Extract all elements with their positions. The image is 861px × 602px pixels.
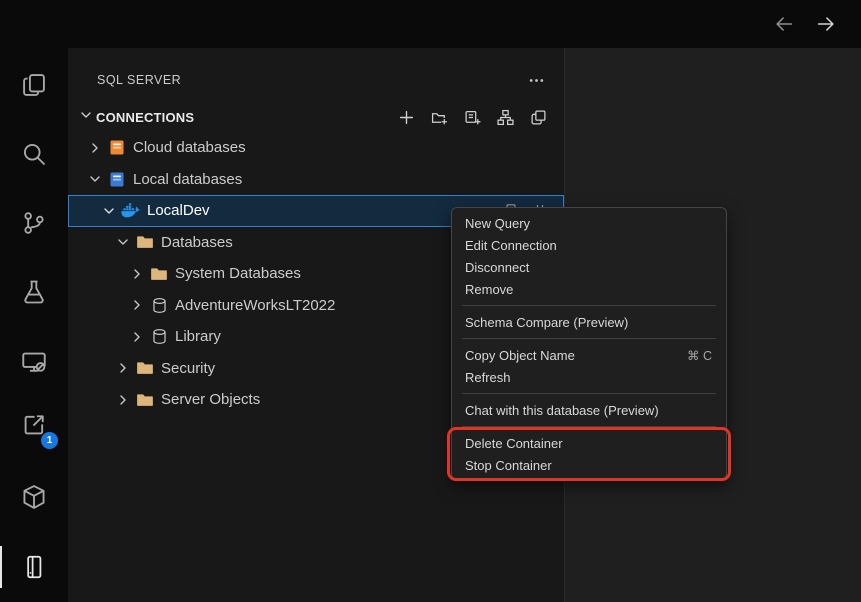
tree-item-label: Cloud databases — [133, 139, 246, 156]
folder-icon — [134, 357, 156, 379]
menu-item-label: Stop Container — [465, 458, 552, 473]
menu-item-disconnect[interactable]: Disconnect — [452, 256, 726, 278]
menu-item-label: Remove — [465, 282, 513, 297]
hierarchy-icon[interactable] — [495, 107, 515, 127]
menu-group-chat: Chat with this database (Preview) — [452, 399, 726, 421]
sidebar-header: SQL SERVER — [68, 48, 564, 102]
chevron-down-icon[interactable] — [112, 231, 134, 253]
copy-pages-icon[interactable] — [0, 61, 68, 109]
menu-separator — [462, 305, 716, 306]
notification-badge: 1 — [41, 432, 58, 449]
cloud-databases-icon — [106, 137, 128, 159]
vscode-window: 1 SQL SERVER CONNECTIONS — [0, 0, 861, 602]
tree-item-label: Server Objects — [161, 391, 260, 408]
tree-item-label: AdventureWorksLT2022 — [175, 297, 335, 314]
context-menu: New Query Edit Connection Disconnect Rem… — [451, 207, 727, 480]
beaker-icon[interactable] — [0, 268, 68, 316]
new-deployment-icon[interactable] — [462, 107, 482, 127]
connections-section-header[interactable]: CONNECTIONS — [68, 102, 564, 132]
menu-group-container-annotated: Delete Container Stop Container — [452, 432, 726, 476]
menu-item-refresh[interactable]: Refresh — [452, 366, 726, 388]
sidebar-title: SQL SERVER — [97, 73, 181, 87]
menu-item-new-query[interactable]: New Query — [452, 212, 726, 234]
forward-arrow-icon[interactable] — [813, 11, 839, 37]
database-icon — [148, 326, 170, 348]
chevron-right-icon[interactable] — [126, 294, 148, 316]
new-connection-group-icon[interactable] — [429, 107, 449, 127]
tree-item-label: System Databases — [175, 265, 301, 282]
source-control-icon[interactable] — [0, 199, 68, 247]
menu-item-delete-container[interactable]: Delete Container — [452, 432, 726, 454]
menu-item-edit-connection[interactable]: Edit Connection — [452, 234, 726, 256]
tree-item-label: LocalDev — [147, 202, 210, 219]
menu-item-label: Delete Container — [465, 436, 563, 451]
menu-item-shortcut: ⌘ C — [687, 348, 712, 363]
menu-group-connection: New Query Edit Connection Disconnect Rem… — [452, 212, 726, 300]
search-icon[interactable] — [0, 130, 68, 178]
tree-item-label: Library — [175, 328, 221, 345]
menu-item-schema-compare[interactable]: Schema Compare (Preview) — [452, 311, 726, 333]
tree-item-label: Databases — [161, 234, 233, 251]
database-icon — [148, 294, 170, 316]
menu-item-chat-database[interactable]: Chat with this database (Preview) — [452, 399, 726, 421]
menu-separator — [462, 338, 716, 339]
menu-item-stop-container[interactable]: Stop Container — [452, 454, 726, 476]
menu-group-object: Copy Object Name ⌘ C Refresh — [452, 344, 726, 388]
chevron-right-icon[interactable] — [126, 326, 148, 348]
more-actions-icon[interactable] — [524, 68, 548, 92]
connections-label: CONNECTIONS — [96, 110, 194, 125]
chevron-right-icon[interactable] — [84, 137, 106, 159]
chevron-down-icon[interactable] — [98, 200, 120, 222]
open-external-icon[interactable]: 1 — [0, 401, 68, 449]
chevron-right-icon[interactable] — [112, 357, 134, 379]
folder-icon — [148, 263, 170, 285]
remote-monitor-icon[interactable] — [0, 338, 68, 386]
sql-server-icon[interactable] — [0, 543, 68, 591]
menu-item-label: Chat with this database (Preview) — [465, 403, 659, 418]
chevron-right-icon[interactable] — [126, 263, 148, 285]
menu-separator — [462, 426, 716, 427]
nav-arrows — [771, 11, 839, 37]
duplicate-icon[interactable] — [528, 107, 548, 127]
back-arrow-icon[interactable] — [771, 11, 797, 37]
docker-whale-icon — [120, 200, 142, 222]
menu-item-copy-object-name[interactable]: Copy Object Name ⌘ C — [452, 344, 726, 366]
folder-icon — [134, 231, 156, 253]
menu-item-label: New Query — [465, 216, 530, 231]
tree-item-local-databases[interactable]: Local databases — [68, 164, 564, 196]
titlebar — [0, 0, 861, 48]
add-connection-icon[interactable] — [396, 107, 416, 127]
local-databases-icon — [106, 168, 128, 190]
menu-group-schema: Schema Compare (Preview) — [452, 311, 726, 333]
menu-item-label: Refresh — [465, 370, 511, 385]
menu-separator — [462, 393, 716, 394]
tree-item-cloud-databases[interactable]: Cloud databases — [68, 132, 564, 164]
package-cube-icon[interactable] — [0, 473, 68, 521]
folder-icon — [134, 389, 156, 411]
menu-item-remove[interactable]: Remove — [452, 278, 726, 300]
chevron-down-icon[interactable] — [78, 107, 94, 128]
chevron-right-icon[interactable] — [112, 389, 134, 411]
menu-item-label: Edit Connection — [465, 238, 557, 253]
chevron-down-icon[interactable] — [84, 168, 106, 190]
connections-toolbar — [396, 107, 548, 127]
menu-item-label: Disconnect — [465, 260, 529, 275]
menu-item-label: Copy Object Name — [465, 348, 575, 363]
menu-item-label: Schema Compare (Preview) — [465, 315, 628, 330]
activity-bar: 1 — [0, 48, 68, 602]
tree-item-label: Local databases — [133, 171, 242, 188]
tree-item-label: Security — [161, 360, 215, 377]
